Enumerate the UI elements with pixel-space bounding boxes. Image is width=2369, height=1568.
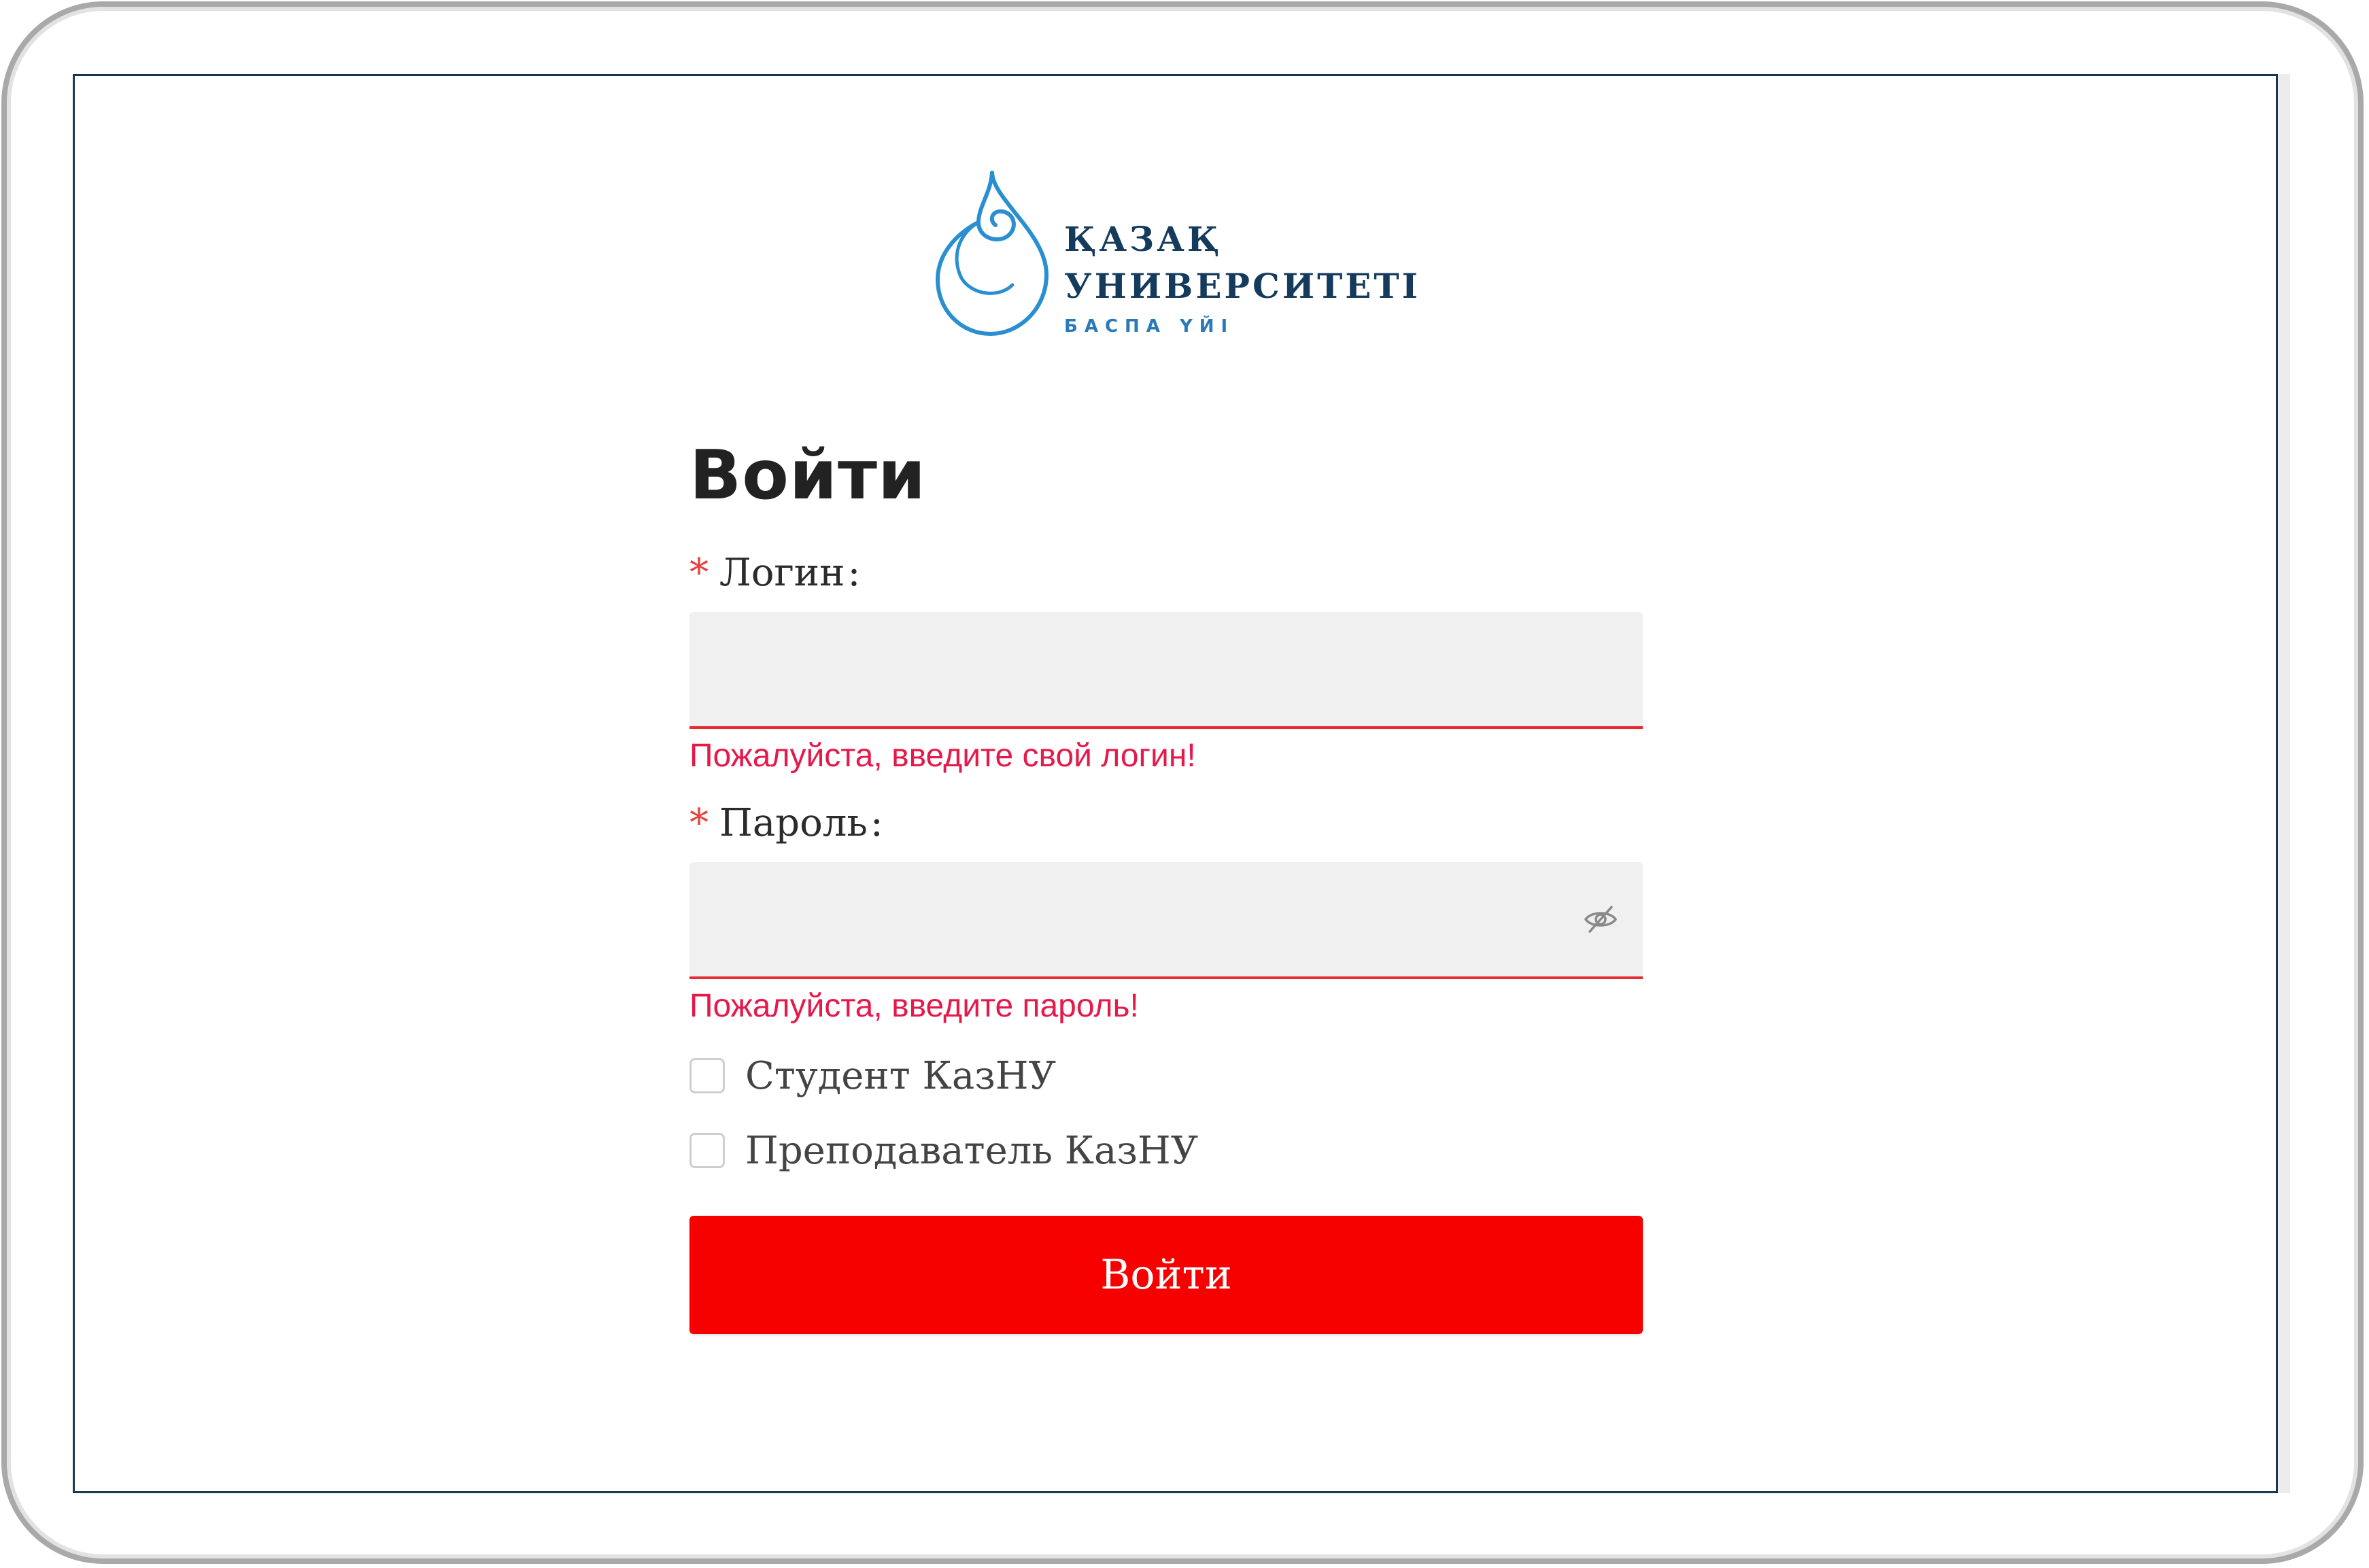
password-label-text: Пароль <box>719 801 868 845</box>
required-mark: * <box>689 551 709 595</box>
water-drop-icon <box>935 171 1049 337</box>
page-title: Войти <box>689 435 927 515</box>
logo-text-line1: ҚАЗАҚ <box>1064 219 1223 259</box>
required-mark: * <box>689 801 709 845</box>
password-label: * Пароль: <box>689 801 883 845</box>
logo-text-line2: УНИВЕРСИТЕТІ <box>1064 266 1420 306</box>
login-input[interactable] <box>689 612 1643 726</box>
eye-invisible-icon[interactable] <box>1583 902 1618 937</box>
login-submit-button[interactable]: Войти <box>689 1216 1643 1334</box>
checkbox-student-row[interactable]: Студент КазНУ <box>689 1054 1056 1098</box>
password-field[interactable] <box>689 862 1643 979</box>
login-label-text: Логин <box>719 551 845 595</box>
logo-text-line3: БАСПА ҮЙІ <box>1064 316 1235 337</box>
university-press-logo: ҚАЗАҚ УНИВЕРСИТЕТІ БАСПА ҮЙІ <box>931 169 1418 343</box>
checkbox-student-label[interactable]: Студент КазНУ <box>745 1054 1056 1098</box>
checkbox-student[interactable] <box>689 1058 725 1093</box>
login-label: * Логин: <box>689 551 860 595</box>
checkbox-teacher-label[interactable]: Преподаватель КазНУ <box>745 1129 1198 1173</box>
password-error: Пожалуйста, введите пароль! <box>689 988 1139 1024</box>
login-field[interactable] <box>689 612 1643 729</box>
screen-edge <box>2278 74 2290 1493</box>
label-colon: : <box>870 801 883 845</box>
label-colon: : <box>847 551 861 595</box>
checkbox-teacher[interactable] <box>689 1133 725 1168</box>
password-input[interactable] <box>689 862 1643 976</box>
checkbox-teacher-row[interactable]: Преподаватель КазНУ <box>689 1129 1198 1173</box>
login-error: Пожалуйста, введите свой логин! <box>689 738 1196 774</box>
